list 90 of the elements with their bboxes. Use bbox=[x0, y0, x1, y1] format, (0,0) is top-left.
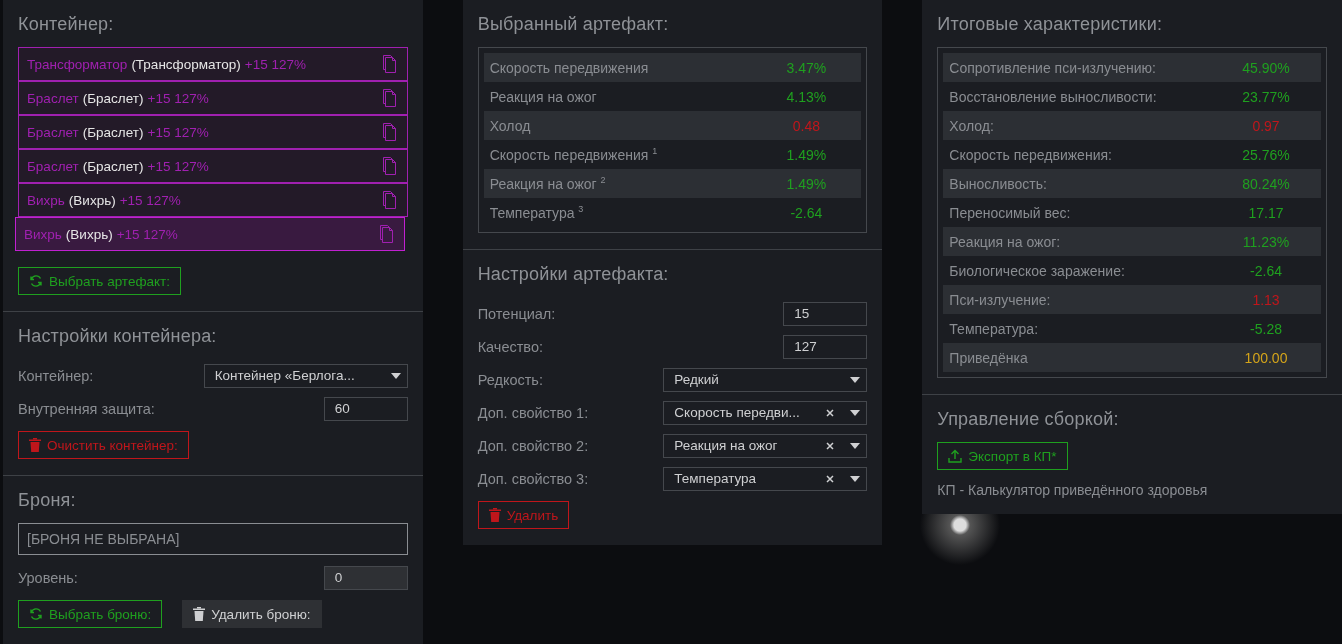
stat-value: 23.77% bbox=[1241, 88, 1291, 105]
number-field[interactable]: 60 bbox=[323, 396, 408, 421]
copy-icon[interactable] bbox=[380, 88, 399, 108]
action-button[interactable]: Выбрать артефакт: bbox=[18, 267, 181, 295]
stat-label: Температура: bbox=[949, 320, 1040, 337]
stat-value: 0.97 bbox=[1251, 117, 1281, 134]
caret-icon bbox=[850, 475, 861, 482]
armor-field[interactable]: [БРОНЯ НЕ ВЫБРАНА] bbox=[18, 523, 408, 555]
clear-icon[interactable] bbox=[826, 474, 835, 483]
stat-label: Скорость передвижения: bbox=[949, 146, 1113, 163]
caret-icon bbox=[390, 372, 401, 379]
stat-value: 25.76% bbox=[1241, 146, 1291, 163]
stat-label: Сопротивление пси-излучению: bbox=[949, 59, 1157, 76]
section-title: Выбранный артефакт: bbox=[477, 14, 670, 35]
stat-label: Скорость передвижения $^{1}$ bbox=[489, 146, 659, 163]
dropdown[interactable]: Реакция на ожог bbox=[663, 433, 868, 458]
field-label: Потенциал: bbox=[477, 305, 556, 322]
stat-value: 17.17 bbox=[1247, 204, 1285, 221]
copy-icon[interactable] bbox=[380, 54, 399, 74]
field-label: Доп. свойство 3: bbox=[477, 470, 589, 487]
stat-value: 11.23% bbox=[1241, 233, 1291, 250]
stat-value: 100.00 bbox=[1243, 349, 1289, 366]
section-title: Настройки контейнера: bbox=[18, 326, 218, 347]
stat-value: 3.47% bbox=[785, 59, 828, 76]
copy-icon[interactable] bbox=[380, 190, 399, 210]
dropdown[interactable]: Скорость передви... bbox=[663, 400, 868, 425]
copy-icon[interactable] bbox=[377, 224, 396, 244]
caret-icon bbox=[850, 442, 861, 449]
artifact-item[interactable]: Вихрь (Вихрь) +15 127% bbox=[18, 183, 408, 217]
upload-icon bbox=[948, 449, 963, 463]
caret-icon bbox=[850, 376, 861, 383]
clear-icon[interactable] bbox=[826, 408, 835, 417]
dropdown[interactable]: Температура bbox=[663, 466, 868, 491]
stat-label: Реакция на ожог $^{2}$ bbox=[489, 175, 607, 192]
field-label: Редкость: bbox=[477, 371, 543, 388]
stat-label: Биологическое заражение: bbox=[949, 262, 1126, 279]
artifact-item[interactable]: Браслет (Браслет) +15 127% bbox=[18, 149, 408, 183]
stat-value: 45.90% bbox=[1241, 59, 1291, 76]
artifact-item[interactable]: Браслет (Браслет) +15 127% bbox=[18, 81, 408, 115]
trash-icon bbox=[193, 607, 206, 621]
stat-value: 1.49% bbox=[785, 175, 828, 192]
artifact-item[interactable]: Трансформатор (Трансформатор) +15 127% bbox=[18, 47, 408, 81]
artifact-item[interactable]: Вихрь (Вихрь) +15 127% bbox=[15, 217, 405, 251]
caret-icon bbox=[850, 409, 861, 416]
stat-value: 1.13 bbox=[1251, 291, 1281, 308]
field-label: Доп. свойство 1: bbox=[477, 404, 589, 421]
stat-label: Холод bbox=[489, 117, 532, 134]
refresh-icon bbox=[29, 274, 43, 288]
footnote-text: КП - Калькулятор приведённого здоровья bbox=[937, 482, 1209, 498]
field-label: Контейнер: bbox=[18, 367, 94, 384]
section-title: Настройки артефакта: bbox=[477, 264, 670, 285]
field-label: Внутренняя защита: bbox=[18, 400, 155, 417]
section-title: Управление сборкой: bbox=[937, 409, 1120, 430]
refresh-icon bbox=[29, 607, 43, 621]
stat-value: -2.64 bbox=[789, 204, 824, 221]
number-field[interactable]: 127 bbox=[783, 334, 868, 359]
section-title: Итоговые характеристики: bbox=[937, 14, 1164, 35]
action-button[interactable]: Экспорт в КП* bbox=[937, 442, 1068, 470]
section-title: Броня: bbox=[18, 490, 77, 511]
field-label: Качество: bbox=[477, 338, 543, 355]
stat-value: 80.24% bbox=[1241, 175, 1291, 192]
stat-label: Переносимый вес: bbox=[949, 204, 1072, 221]
stat-value: 1.49% bbox=[785, 146, 828, 163]
stat-value: -2.64 bbox=[1249, 262, 1283, 279]
field-label: Доп. свойство 2: bbox=[477, 437, 589, 454]
copy-icon[interactable] bbox=[380, 122, 399, 142]
copy-icon[interactable] bbox=[380, 156, 399, 176]
stat-label: Реакция на ожог bbox=[489, 88, 598, 105]
stat-value: -5.28 bbox=[1249, 320, 1283, 337]
dropdown[interactable]: Редкий bbox=[663, 367, 868, 392]
stat-label: Выносливость: bbox=[949, 175, 1048, 192]
stat-label: Скорость передвижения bbox=[489, 59, 650, 76]
stat-label: Восстановление выносливости: bbox=[949, 88, 1158, 105]
action-button[interactable]: Удалить броню: bbox=[182, 600, 322, 628]
dropdown[interactable]: Контейнер «Берлога... bbox=[203, 363, 408, 388]
stat-label: Холод: bbox=[949, 117, 995, 134]
trash-icon bbox=[29, 438, 41, 452]
trash-icon bbox=[488, 508, 501, 522]
stat-value: 4.13% bbox=[785, 88, 828, 105]
action-button[interactable]: Выбрать броню: bbox=[18, 600, 163, 628]
section-title: Контейнер: bbox=[18, 14, 115, 35]
stat-label: Приведёнка bbox=[949, 349, 1029, 366]
artifact-item[interactable]: Браслет (Браслет) +15 127% bbox=[18, 115, 408, 149]
number-field[interactable]: 15 bbox=[783, 301, 868, 326]
stat-value: 0.48 bbox=[791, 117, 821, 134]
stat-label: Температура $^{3}$ bbox=[489, 204, 585, 221]
field-label: Уровень: bbox=[18, 569, 78, 586]
stat-label: Реакция на ожог: bbox=[949, 233, 1062, 250]
clear-icon[interactable] bbox=[826, 441, 835, 450]
stat-label: Пси-излучение: bbox=[949, 291, 1052, 308]
